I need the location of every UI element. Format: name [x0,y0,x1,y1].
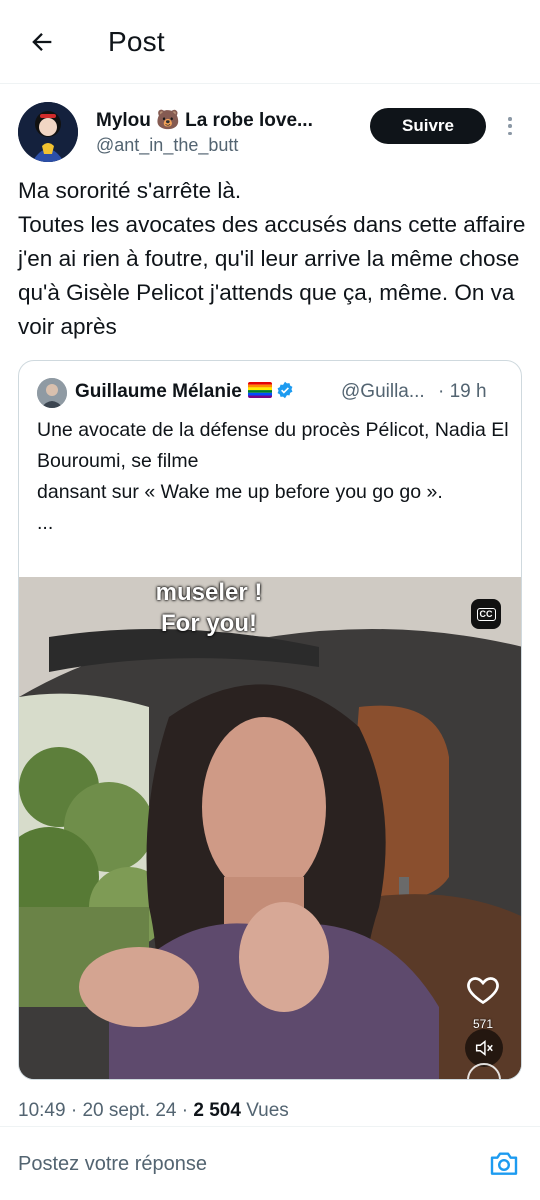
speaker-muted-icon [475,1040,493,1056]
views-label: Vues [246,1100,289,1121]
quote-handle-text: @Guilla... [341,381,425,402]
back-button[interactable] [26,26,58,58]
page-title: Post [108,26,165,57]
author-name[interactable]: Mylou 🐻 La robe love... [96,108,313,132]
caption-line-1: museler ! [155,579,263,606]
arrow-left-icon [32,33,52,51]
rainbow-flag-icon [247,382,272,398]
heart-icon[interactable] [465,971,501,1007]
cc-icon: CC [476,607,496,621]
reply-bar [0,1126,540,1200]
video-frame [19,577,521,1079]
video-caption: museler ! For you! [119,577,299,639]
more-options-icon[interactable] [504,114,516,138]
quote-author-name-text: Guillaume Mélanie [75,381,242,402]
camera-icon[interactable] [488,1147,520,1179]
video-player[interactable]: museler ! For you! CC 571 [19,577,521,1079]
author-handle[interactable]: @ant_in_the_butt [96,135,238,156]
verified-badge-icon [276,381,294,399]
post-author: Mylou 🐻 La robe love... @ant_in_the_butt… [18,102,522,162]
avatar[interactable] [18,102,78,162]
post-meta: 10:49 · 20 sept. 24 · 2 504 Vues [18,1100,289,1121]
quote-text: Une avocate de la défense du procès Péli… [37,419,509,534]
quote-author-name: Guillaume Mélanie [75,381,294,403]
views-count: 2 504 [193,1100,241,1121]
quote-author-handle: @Guilla... · 19 h [341,381,487,403]
post-time: 10:49 [18,1100,66,1121]
quoted-post[interactable]: Guillaume Mélanie @Guilla... · 19 h Une … [18,360,522,1080]
follow-button[interactable]: Suivre [370,108,486,144]
caption-line-2: For you! [161,610,257,637]
closed-captions-button[interactable]: CC [471,599,501,629]
reply-input[interactable] [18,1149,458,1179]
top-bar: Post [0,0,540,84]
quote-avatar [37,378,67,408]
mute-button[interactable] [465,1029,503,1067]
post-date: 20 sept. 24 [82,1100,177,1121]
post-text: Ma sororité s'arrête là. Toutes les avoc… [18,178,526,339]
quote-time: · 19 h [437,381,487,402]
